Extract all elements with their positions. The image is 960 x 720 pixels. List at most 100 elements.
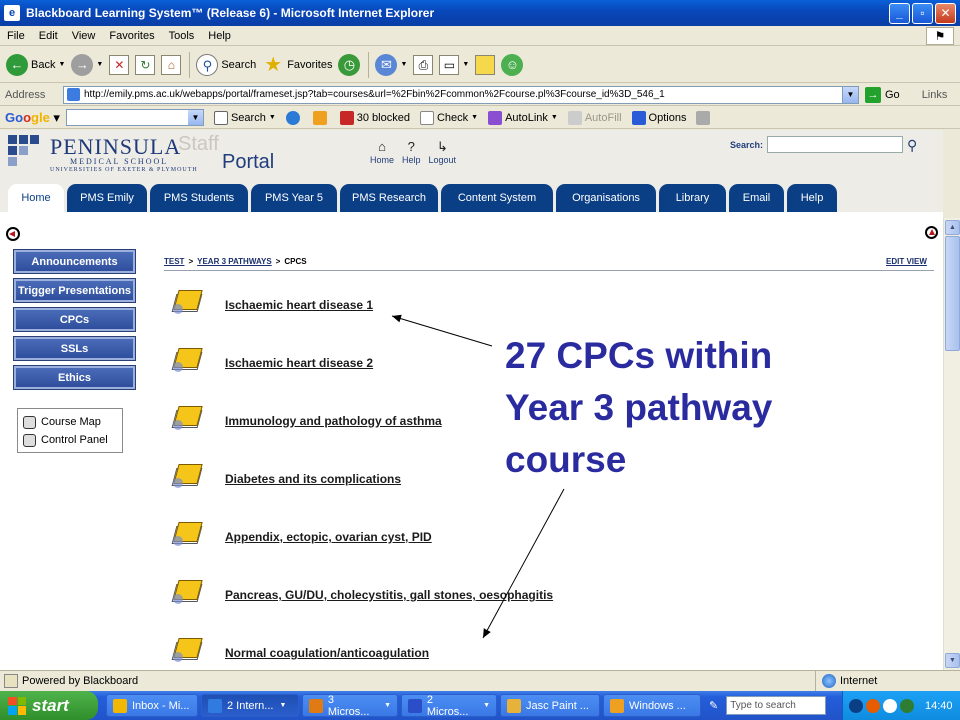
taskbar-button[interactable]: 3 Micros... ▼ [302, 694, 398, 718]
taskbar-search-input[interactable]: Type to search [726, 696, 827, 715]
google-search-button[interactable]: Search ▼ [213, 110, 276, 125]
task-group-dropdown-icon: ▼ [384, 702, 391, 709]
task-app-icon [507, 698, 521, 713]
scroll-thumb[interactable] [945, 236, 960, 351]
favorites-button[interactable]: ★ Favorites [262, 54, 332, 76]
vertical-scrollbar[interactable]: ▲ ▼ [943, 218, 960, 670]
spell-check-button[interactable]: Check ▼ [419, 110, 478, 125]
messenger-button[interactable]: ☺ [501, 53, 524, 76]
menu-help[interactable]: Help [201, 30, 238, 42]
mail-button[interactable]: ✉ ▼ [375, 53, 407, 76]
stop-icon: ✕ [109, 54, 130, 75]
popup-blocker-button[interactable]: 30 blocked [339, 110, 410, 125]
window-title: Blackboard Learning System™ (Release 6) … [26, 6, 435, 20]
back-arrow-icon: ← [6, 53, 28, 76]
news-button[interactable] [312, 110, 330, 125]
windows-logo-icon: ⚑ [926, 27, 954, 45]
security-zone: Internet [815, 671, 877, 691]
google-toolbar: Google ▾ ▼ Search ▼ 30 blocked Check ▼ A… [0, 107, 960, 129]
history-button[interactable]: ◷ [338, 53, 361, 76]
favorites-star-icon: ★ [264, 53, 283, 76]
maximize-button[interactable]: ▫ [912, 3, 933, 24]
google-search-dropdown-icon[interactable]: ▼ [187, 110, 203, 125]
windows-flag-icon [8, 696, 26, 715]
pagerank-button[interactable] [285, 110, 303, 125]
taskbar-button[interactable]: 2 Micros... ▼ [401, 694, 497, 718]
notes-icon [475, 54, 496, 75]
menu-tools[interactable]: Tools [162, 30, 202, 42]
refresh-button[interactable]: ↻ [135, 54, 156, 75]
address-input[interactable]: http://emily.pms.ac.uk/webapps/portal/fr… [63, 85, 859, 104]
highlight-button[interactable] [696, 110, 713, 125]
back-button[interactable]: ← Back ▼ [6, 53, 65, 76]
taskbar-button[interactable]: Inbox - Mi... [106, 694, 198, 717]
history-icon: ◷ [338, 53, 361, 76]
tray-icon-2[interactable] [866, 698, 880, 713]
task-app-icon [408, 698, 422, 713]
address-url: http://emily.pms.ac.uk/webapps/portal/fr… [84, 89, 665, 100]
menu-favorites[interactable]: Favorites [102, 30, 161, 42]
start-button[interactable]: start [0, 691, 98, 720]
search-magnifier-icon: ⚲ [196, 53, 219, 76]
stop-button[interactable]: ✕ [109, 54, 130, 75]
task-app-icon [610, 698, 624, 713]
tray-icon-1[interactable] [849, 698, 863, 713]
status-bar: Powered by Blackboard Internet [0, 670, 960, 691]
refresh-icon: ↻ [135, 54, 156, 75]
taskbar-button[interactable]: 2 Intern... ▼ [201, 694, 299, 717]
menu-edit[interactable]: Edit [32, 30, 65, 42]
task-buttons: Inbox - Mi... 2 Intern... ▼ 3 Micros... ▼ 2 M… [106, 694, 701, 718]
messenger-icon: ☺ [501, 53, 524, 76]
print-button[interactable]: ⎙ [413, 54, 434, 75]
title-bar: e Blackboard Learning System™ (Release 6… [0, 0, 960, 26]
edit-page-icon: ▭ [439, 54, 460, 75]
home-button[interactable]: ⌂ [161, 54, 182, 75]
edit-dropdown-icon[interactable]: ▼ [462, 61, 469, 68]
go-arrow-icon: → [865, 86, 881, 103]
page-icon [67, 88, 80, 101]
close-button[interactable]: ✕ [935, 3, 956, 24]
pagerank-icon [285, 110, 300, 125]
forward-button[interactable]: → ▼ [71, 53, 103, 76]
mail-dropdown-icon[interactable]: ▼ [400, 61, 407, 68]
options-icon [631, 110, 646, 125]
taskbar: start Inbox - Mi... 2 Intern... ▼ 3 Micros.… [0, 691, 960, 720]
minimize-button[interactable]: _ [889, 3, 910, 24]
menu-view[interactable]: View [65, 30, 103, 42]
standard-toolbar: ← Back ▼ → ▼ ✕ ↻ ⌂ ⚲ Search ★ Favorites … [0, 47, 960, 83]
address-dropdown-icon[interactable]: ▼ [842, 86, 858, 103]
google-search-input[interactable]: ▼ [65, 109, 204, 126]
tray-icon-4[interactable] [900, 698, 914, 713]
scroll-up-icon[interactable]: ▲ [945, 220, 960, 235]
taskbar-button[interactable]: Windows ... [603, 694, 701, 717]
web-page: PENINSULA MEDICAL SCHOOL UNIVERSITIES OF… [0, 130, 943, 670]
quick-launch-icon[interactable]: ✎ [709, 699, 718, 712]
clock: 14:40 [925, 699, 953, 712]
address-bar: Address http://emily.pms.ac.uk/webapps/p… [0, 84, 960, 106]
search-button[interactable]: ⚲ Search [196, 53, 256, 76]
notes-button[interactable] [475, 54, 496, 75]
edit-button[interactable]: ▭ ▼ [439, 54, 469, 75]
links-button[interactable]: Links [922, 89, 948, 101]
taskbar-button[interactable]: Jasc Paint ... [500, 694, 600, 717]
options-button[interactable]: Options [631, 110, 686, 125]
arrow-to-last-cpc [482, 488, 565, 639]
task-app-icon [113, 698, 127, 713]
google-g-icon [213, 110, 228, 125]
tray-icon-3[interactable] [883, 698, 897, 713]
address-label: Address [5, 88, 46, 101]
home-icon: ⌂ [161, 54, 182, 75]
autofill-button[interactable]: AutoFill [567, 110, 622, 125]
ie-app-icon[interactable]: e [4, 5, 20, 21]
autolink-wand-icon [488, 110, 503, 125]
autolink-button[interactable]: AutoLink ▼ [488, 110, 558, 125]
go-button[interactable]: → Go [865, 86, 900, 103]
forward-dropdown-icon[interactable]: ▼ [96, 61, 103, 68]
back-dropdown-icon[interactable]: ▼ [58, 61, 65, 68]
google-logo[interactable]: Google ▾ [5, 110, 60, 126]
scroll-down-icon[interactable]: ▼ [945, 653, 960, 668]
task-group-dropdown-icon: ▼ [279, 702, 287, 709]
system-tray: 14:40 [842, 691, 960, 720]
task-app-icon [208, 698, 222, 713]
menu-file[interactable]: File [0, 30, 32, 42]
